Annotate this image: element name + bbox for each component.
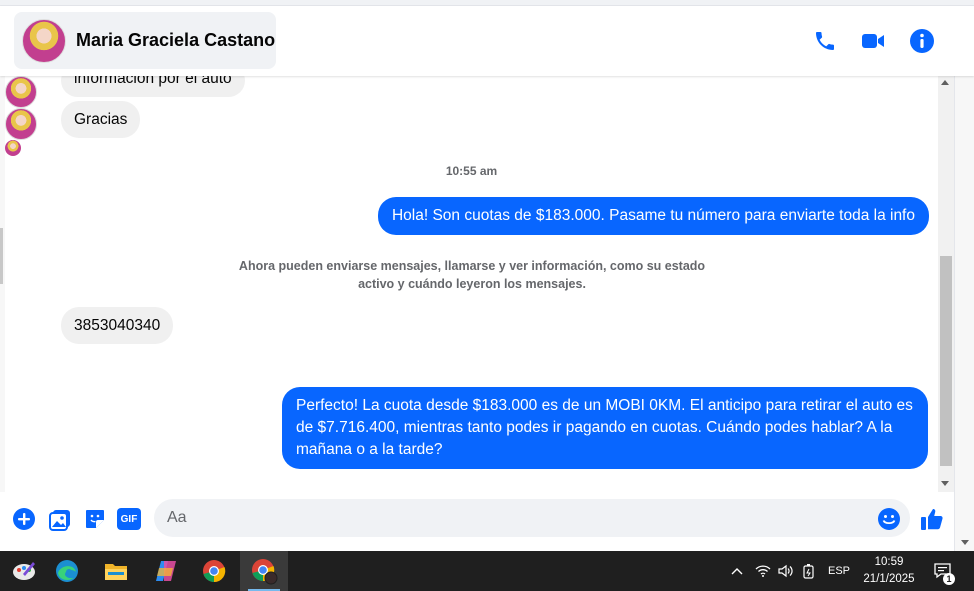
- chrome-profile-icon[interactable]: [240, 551, 288, 591]
- show-hidden-icons-chevron-icon[interactable]: [726, 551, 748, 591]
- like-icon[interactable]: [919, 506, 945, 532]
- message-text: información por el auto: [74, 76, 232, 87]
- wifi-icon[interactable]: [752, 551, 774, 591]
- scroll-up-arrow-icon[interactable]: [941, 80, 949, 85]
- message-bubble-incoming: Gracias: [61, 101, 141, 138]
- notification-center-icon[interactable]: 1: [928, 551, 958, 591]
- chat-scrollbar[interactable]: [938, 76, 954, 492]
- edge-icon[interactable]: [43, 551, 91, 591]
- page-scroll-down-icon[interactable]: [961, 540, 969, 545]
- phone-icon[interactable]: [812, 28, 838, 54]
- input-language[interactable]: ESP: [824, 551, 854, 591]
- file-explorer-icon[interactable]: [92, 551, 140, 591]
- paint-icon[interactable]: [0, 551, 48, 591]
- contact-avatar-small[interactable]: [5, 76, 37, 108]
- message-input[interactable]: [154, 499, 910, 537]
- contact-name: Maria Graciela Castano: [76, 30, 276, 50]
- message-bubble-incoming: 3853040340: [61, 307, 174, 344]
- message-text: Hola! Son cuotas de $183.000. Pasame tu …: [391, 207, 915, 224]
- clock-time: 10:59: [874, 556, 904, 568]
- message-bubble-incoming: información por el auto: [61, 76, 245, 97]
- scroll-thumb[interactable]: [940, 256, 952, 466]
- copilot-icon[interactable]: [142, 551, 190, 591]
- video-call-icon[interactable]: [860, 28, 886, 54]
- message-composer: GIF: [0, 492, 954, 551]
- battery-icon[interactable]: [798, 551, 820, 591]
- message-text: 3853040340: [74, 317, 161, 334]
- emoji-icon[interactable]: [876, 506, 902, 532]
- message-bubble-outgoing: Hola! Son cuotas de $183.000. Pasame tu …: [377, 197, 929, 235]
- system-notice: Ahora pueden enviarse mensajes, llamarse…: [238, 259, 706, 291]
- message-text: Perfecto! La cuota desde $183.000 es de …: [296, 397, 913, 458]
- gif-label: GIF: [117, 508, 141, 530]
- windows-taskbar: ESP 10:59 21/1/2025 1: [0, 551, 974, 591]
- notification-count-badge: 1: [943, 573, 955, 585]
- messenger-window: Maria Graciela Castano información por e…: [0, 0, 974, 551]
- info-icon[interactable]: [909, 28, 935, 54]
- chrome-icon[interactable]: [190, 551, 238, 591]
- conversation-header: Maria Graciela Castano: [0, 6, 974, 76]
- gallery-icon[interactable]: [47, 506, 73, 532]
- message-list[interactable]: información por el auto Gracias 10:55 am…: [5, 76, 938, 492]
- taskbar-clock[interactable]: 10:59 21/1/2025: [856, 554, 922, 588]
- volume-icon[interactable]: [774, 551, 796, 591]
- message-bubble-outgoing: Perfecto! La cuota desde $183.000 es de …: [282, 387, 928, 469]
- clock-date: 21/1/2025: [863, 573, 915, 585]
- sticker-icon[interactable]: [82, 506, 108, 532]
- contact-avatar-small[interactable]: [5, 108, 37, 140]
- scroll-down-arrow-icon[interactable]: [941, 481, 949, 486]
- contact-avatar: [22, 18, 66, 63]
- add-icon[interactable]: [11, 506, 37, 532]
- gif-icon[interactable]: GIF: [116, 506, 142, 532]
- contact-profile-button[interactable]: Maria Graciela Castano: [14, 12, 276, 69]
- message-text: Gracias: [74, 111, 128, 128]
- message-timestamp: 10:55 am: [445, 164, 498, 178]
- page-scrollbar[interactable]: [954, 6, 974, 551]
- read-receipt-avatar: [5, 140, 21, 156]
